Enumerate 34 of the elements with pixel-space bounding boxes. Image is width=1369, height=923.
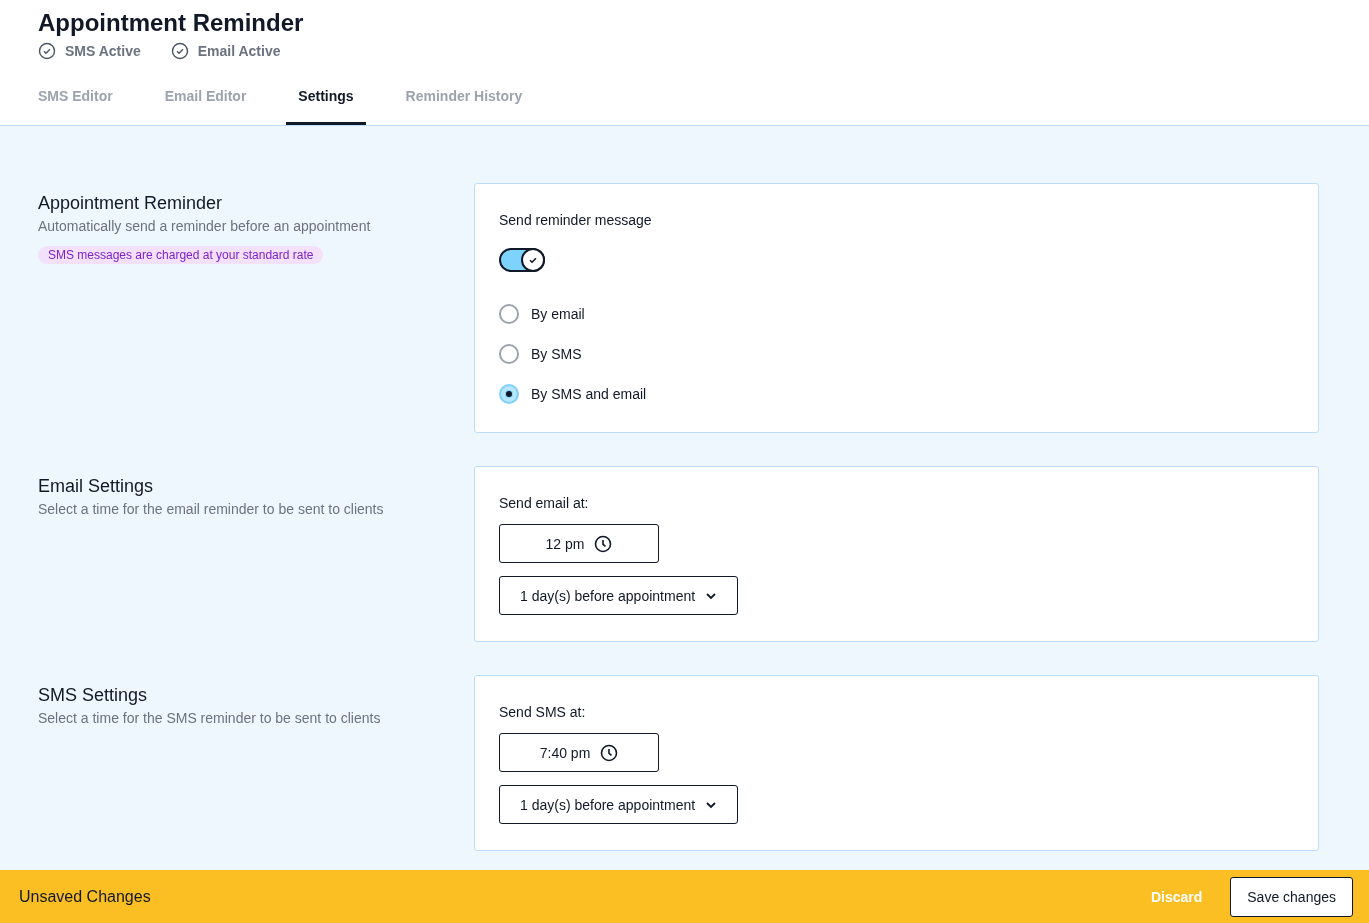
check-icon — [528, 255, 538, 265]
card-label: Send SMS at: — [499, 704, 586, 720]
clock-icon — [594, 534, 613, 553]
radio-label[interactable]: By email — [531, 306, 585, 322]
radio-label[interactable]: By SMS — [531, 346, 582, 362]
section-description: Automatically send a reminder before an appointment — [38, 218, 372, 234]
info-badge: SMS messages are charged at your standard rate — [38, 246, 324, 264]
status-label: SMS Active — [65, 43, 141, 59]
time-picker[interactable]: 7:40 pm — [499, 733, 659, 772]
radio-button[interactable] — [499, 384, 519, 404]
clock-icon — [600, 743, 619, 762]
card-label: Send email at: — [499, 495, 589, 511]
time-picker[interactable]: 12 pm — [499, 524, 659, 563]
chevron-down-icon — [705, 800, 718, 809]
card-label: Send reminder message — [499, 212, 652, 228]
tab[interactable]: Settings — [286, 88, 366, 125]
toggle-switch[interactable] — [499, 248, 545, 272]
check-circle-icon — [170, 42, 189, 60]
radio-button[interactable] — [499, 304, 519, 324]
check-circle-icon — [38, 42, 56, 60]
radio-button[interactable] — [499, 344, 519, 364]
section-title: SMS Settings — [38, 684, 149, 706]
status-label: Email Active — [197, 43, 281, 59]
save-button[interactable]: Save changes — [1230, 876, 1353, 917]
dropdown[interactable]: 1 day(s) before appointment — [499, 576, 739, 615]
chevron-down-icon — [705, 591, 718, 600]
section-description: Select a time for the SMS reminder to be sent to clients — [38, 710, 382, 726]
unsaved-message: Unsaved Changes — [19, 887, 152, 906]
page-title: Appointment Reminder — [38, 8, 305, 38]
dropdown[interactable]: 1 day(s) before appointment — [499, 785, 739, 824]
section-title: Email Settings — [38, 475, 155, 497]
section-title: Appointment Reminder — [38, 192, 224, 214]
radio-label[interactable]: By SMS and email — [531, 386, 647, 402]
section-description: Select a time for the email reminder to be sent to clients — [38, 501, 385, 517]
